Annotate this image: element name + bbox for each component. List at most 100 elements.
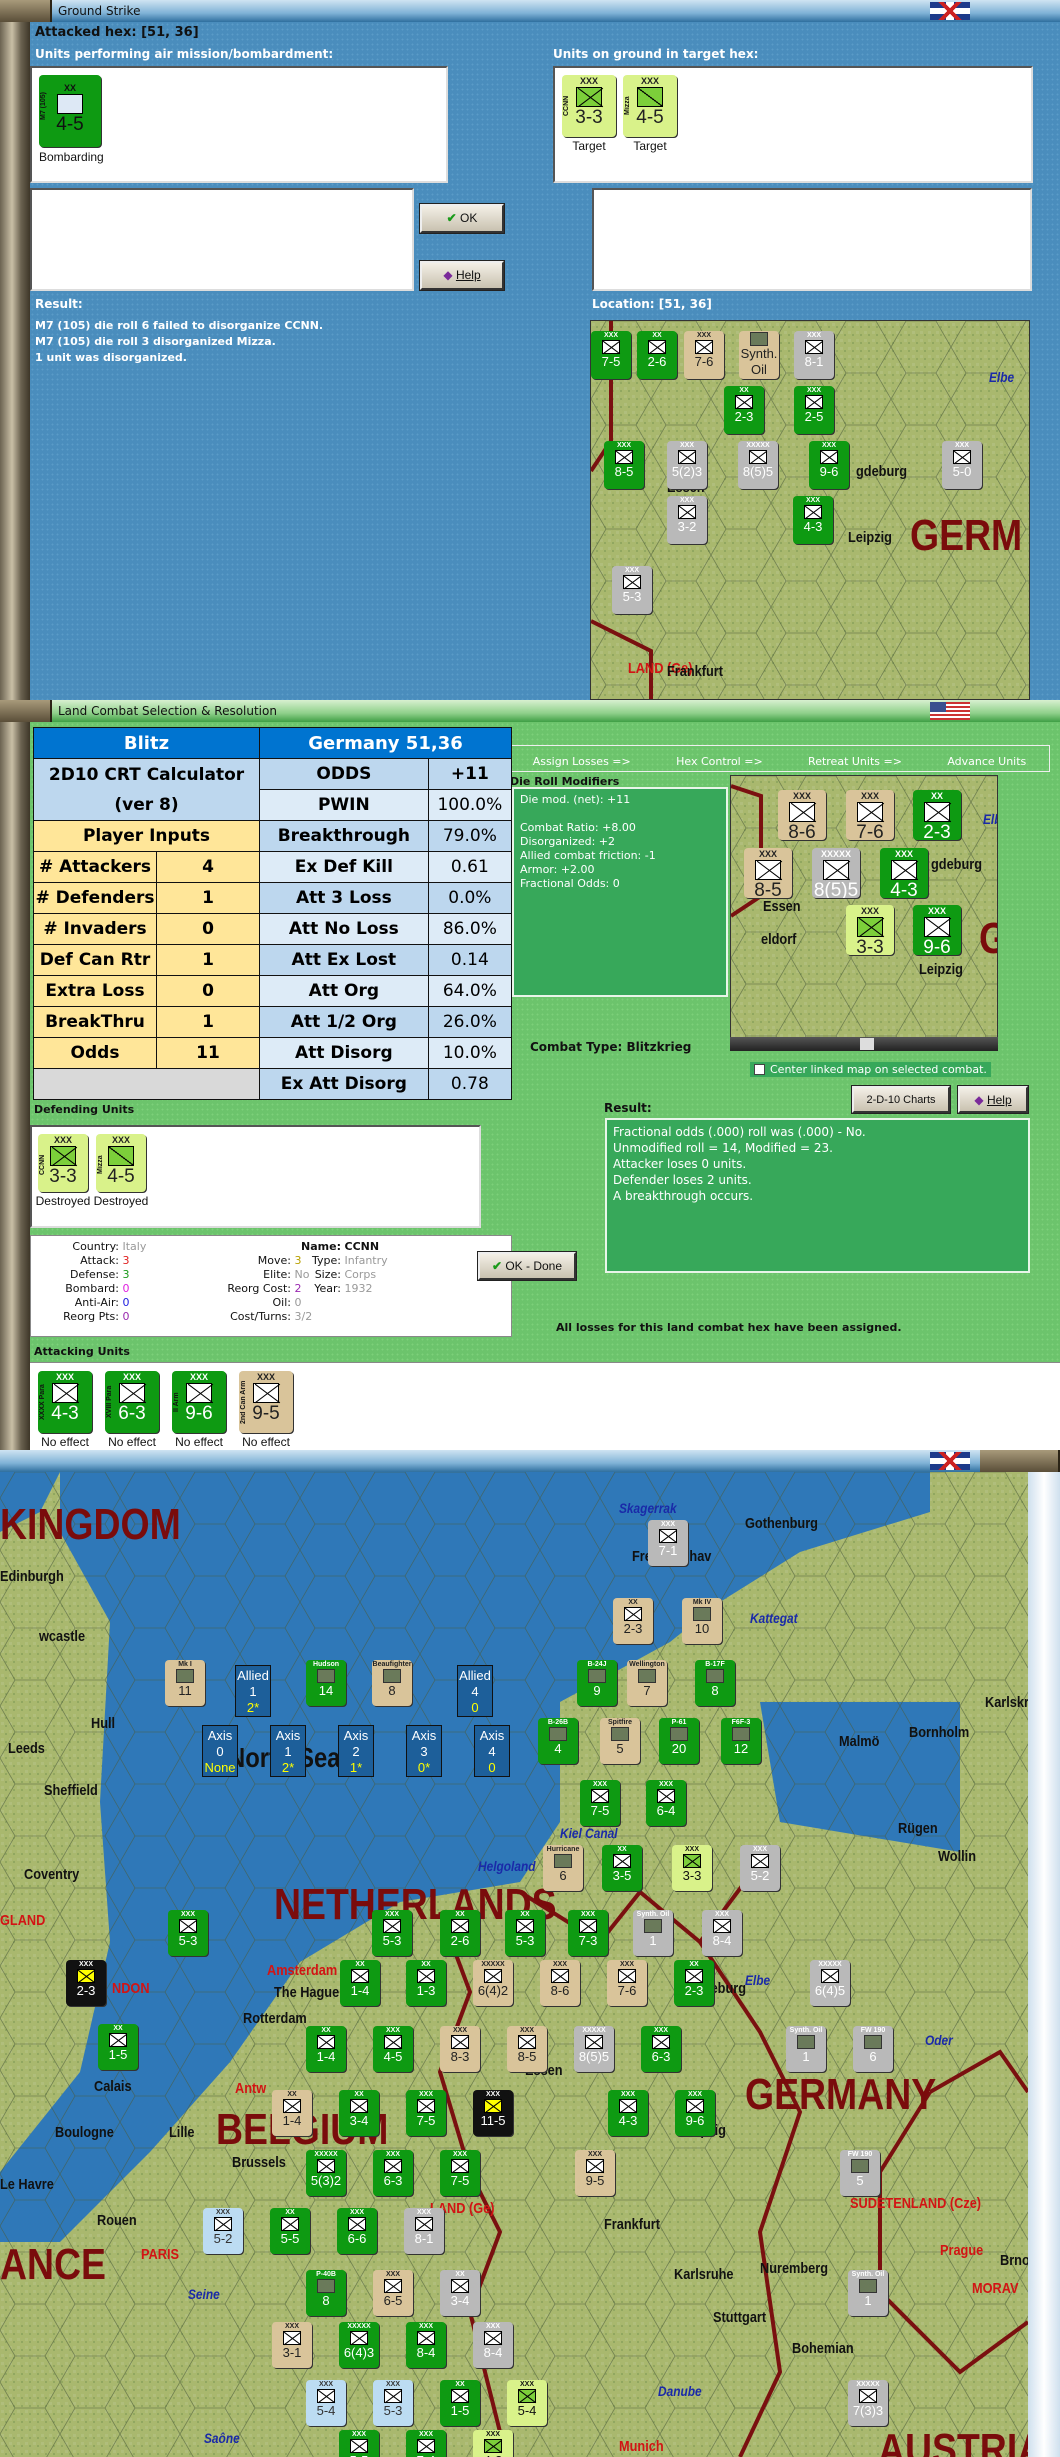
defender-counter-ccnn[interactable]: CCNN XXX 3-3 [38,1134,88,1192]
unit-counter[interactable]: XXX 7-5 [591,331,631,379]
ground-strike-titlebar[interactable]: Ground Strike [0,0,1060,22]
center-map-checkbox[interactable] [754,1064,765,1075]
unit-counter[interactable]: XXX 6-3 [373,2150,413,2196]
unit-counter[interactable]: XXX 8-5 [744,848,792,898]
unit-counter[interactable]: P-40B 8 [306,2270,346,2316]
unit-counter[interactable]: B-17F 8 [695,1660,735,1706]
unit-counter[interactable]: II Arm XXX 9-6 [172,1371,226,1433]
unit-counter[interactable]: XXX 5-3 [372,1910,412,1956]
unit-counter[interactable]: XXX 8-4 [406,2322,446,2368]
unit-counter[interactable]: XX 2-3 [674,1960,714,2006]
tab-assign-losses[interactable]: Assign Losses => [533,755,631,768]
air-mission-box[interactable]: Axis 0 None [202,1725,238,1777]
unit-counter[interactable]: XXX 2-5 [794,386,834,434]
unit-counter[interactable]: F6F-3 12 [721,1718,761,1764]
unit-counter[interactable]: XX 3-5 [602,1845,642,1891]
unit-counter[interactable]: B-24J 9 [577,1660,617,1706]
location-map[interactable]: ElbegdeburgEsseneldorfLeipzigGERMLAND (G… [590,320,1030,700]
unit-counter[interactable]: XXX 8-1 [794,331,834,379]
unit-counter[interactable]: XXX 6-5 [373,2270,413,2316]
unit-counter[interactable]: 2nd Can Arm XXX 9-5 [239,1371,293,1433]
unit-counter[interactable]: XXXXX 6(4)3 [339,2322,379,2368]
unit-counter[interactable]: XXX 8-1 [404,2208,444,2254]
window-menu-icon[interactable] [0,0,52,22]
ok-done-button[interactable]: ✔ OK - Done [477,1251,577,1281]
unit-counter[interactable]: XX 5-5 [270,2208,310,2254]
unit-counter[interactable]: XXX 5-0 [942,441,982,489]
minimap-hscrollbar[interactable] [730,1037,998,1051]
unit-counter[interactable]: XXX 6-6 [337,2208,377,2254]
input-value[interactable]: 11 [156,1037,260,1069]
unit-counter[interactable]: XXX 8-5 [507,2026,547,2072]
unit-counter[interactable]: FW 190 6 [853,2026,893,2072]
unit-counter[interactable]: XXX 8-6 [778,790,826,840]
land-combat-titlebar[interactable]: Land Combat Selection & Resolution [0,700,1060,722]
unit-counter[interactable]: XXX 7-1 [648,1520,688,1566]
unit-counter[interactable]: XXX 8-5 [604,441,644,489]
center-map-option[interactable]: Center linked map on selected combat. [750,1062,991,1077]
unit-counter[interactable]: XXX 8-3 [440,2026,480,2072]
unit-counter[interactable]: XXX 5-4 [507,2380,547,2426]
unit-counter[interactable]: XX 2-3 [724,386,764,434]
main-map[interactable]: KINGDOMNETHERLANDSGERMANYBELGIUMANCEAUST… [0,1472,1028,2457]
unit-counter[interactable]: XXX 8-4 [473,2322,513,2368]
unit-counter-m7[interactable]: M7 (105) XX 4-5 [39,75,101,147]
unit-counter[interactable]: Wellington 7 [627,1660,667,1706]
help-button[interactable]: ◆ Help [419,260,505,291]
unit-counter-ccnn[interactable]: CCNN XXX 3-3 [562,75,616,137]
scroll-thumb[interactable] [860,1038,874,1050]
unit-counter[interactable]: Synth. Oil [739,331,779,379]
unit-counter[interactable]: XXXXX 8(5)5 [812,848,860,898]
input-value[interactable]: 4 [156,851,260,883]
unit-counter[interactable]: XVIII Para XXX 6-3 [105,1371,159,1433]
air-mission-box[interactable]: Axis 2 1* [338,1725,374,1777]
window-menu-icon[interactable] [0,700,52,722]
unit-counter[interactable]: XX 2-3 [913,790,961,840]
unit-counter[interactable]: XX 1-4 [340,1960,380,2006]
unit-counter[interactable]: XX 5-3 [505,1910,545,1956]
unit-counter[interactable]: XXX 6-3 [641,2026,681,2072]
unit-counter[interactable]: XX 1-3 [406,1960,446,2006]
air-mission-box[interactable]: Axis 4 0 [474,1725,510,1777]
unit-counter[interactable]: XXX 6-4 [646,1780,686,1826]
input-value[interactable]: 1 [156,1006,260,1038]
unit-counter[interactable]: XX 1-4 [306,2026,346,2072]
unit-counter[interactable]: XXX 9-6 [913,905,961,955]
air-mission-box[interactable]: Allied 1 2* [235,1665,271,1717]
unit-counter[interactable]: XXX 7-5 [440,2150,480,2196]
unit-counter[interactable]: XXX 7-6 [607,1960,647,2006]
unit-counter[interactable]: XX 1-5 [440,2380,480,2426]
unit-counter[interactable]: XX 1-4 [272,2090,312,2136]
unit-counter[interactable]: XXX 5-3 [373,2380,413,2426]
unit-counter[interactable]: Mk I 11 [165,1660,205,1706]
tab-retreat-units[interactable]: Retreat Units => [808,755,902,768]
unit-counter[interactable]: XXX 5-2 [740,1845,780,1891]
unit-counter[interactable]: FW 190 5 [840,2150,880,2196]
unit-counter[interactable]: XXXXX 6(4)2 [473,1960,513,2006]
unit-counter[interactable]: XXX 3-3 [672,1845,712,1891]
unit-counter[interactable]: Synth. Oil 1 [633,1910,673,1956]
unit-counter[interactable]: Hurricane 6 [543,1845,583,1891]
input-value[interactable]: 1 [156,944,260,976]
unit-counter[interactable]: P-61 20 [659,1718,699,1764]
unit-counter[interactable]: XXX 5(2)3 [667,441,707,489]
help-button[interactable]: ◆ Help [957,1085,1029,1114]
unit-counter[interactable]: Beaufighter 8 [372,1660,412,1706]
unit-counter[interactable]: Hudson 14 [306,1660,346,1706]
unit-counter[interactable]: XXX 3-3 [846,905,894,955]
tab-hex-control[interactable]: Hex Control => [676,755,763,768]
ok-button[interactable]: ✔ OK [419,203,505,234]
unit-counter[interactable]: XX 2-3 [613,1598,653,1644]
unit-counter[interactable]: XXX 7-5 [406,2090,446,2136]
tab-advance-units[interactable]: Advance Units [947,755,1026,768]
unit-counter[interactable]: XXX 5-5 [339,2430,379,2457]
unit-counter[interactable]: XXX 8-6 [540,1960,580,2006]
unit-counter[interactable]: XXX 5-3 [168,1910,208,1956]
input-value[interactable]: 0 [156,913,260,945]
unit-counter[interactable]: XXX 2-3 [66,1960,106,2006]
unit-counter[interactable]: XXX 7-4 [406,2430,446,2457]
window-controls[interactable] [980,1450,1060,1472]
unit-counter[interactable]: XXX 3-1 [272,2322,312,2368]
air-mission-box[interactable]: Axis 3 0* [406,1725,442,1777]
unit-counter[interactable]: XXX 5-2 [203,2208,243,2254]
